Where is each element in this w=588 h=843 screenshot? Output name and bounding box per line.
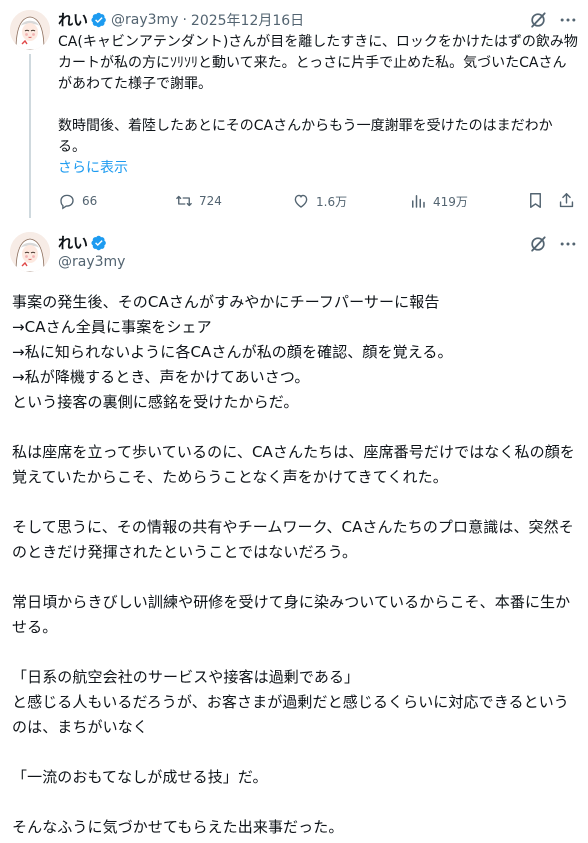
post-body: 事案の発生後、そのCAさんがすみやかにチーフパーサーに報告 →CAさん全員に事案… <box>12 293 575 836</box>
post-date[interactable]: 2025年12月16日 <box>191 10 304 30</box>
repost-button[interactable]: 724 <box>175 192 222 210</box>
display-name[interactable]: れい <box>58 9 88 30</box>
reply-count: 66 <box>82 194 98 208</box>
grok-icon[interactable] <box>528 10 548 30</box>
avatar-illustration <box>10 10 50 50</box>
more-icon[interactable] <box>558 10 578 30</box>
reply-icon <box>60 194 74 210</box>
verified-badge-icon <box>91 12 106 27</box>
repost-count: 724 <box>199 194 222 208</box>
reply-header: れい @ray3my · 2025年12月16日 <box>58 9 304 30</box>
like-icon <box>294 194 308 208</box>
reply-button[interactable]: 66 <box>58 192 97 210</box>
show-more-link[interactable]: さらに表示 <box>58 158 128 179</box>
share-icon[interactable] <box>557 191 576 210</box>
like-count: 1.6万 <box>316 194 348 209</box>
separator-dot: · <box>182 11 187 28</box>
thread-line <box>29 54 31 218</box>
reply-text: CA(キャビンアテンダント)さんが目を離したすきに、ロックをかけたはずの飲み物カ… <box>58 34 578 155</box>
more-icon[interactable] <box>558 234 578 254</box>
views-icon <box>412 195 425 208</box>
main-post-name-row: れい <box>58 232 107 253</box>
main-post-handle-row: @ray3my <box>58 254 125 270</box>
handle[interactable]: @ray3my <box>58 254 125 270</box>
grok-icon[interactable] <box>528 234 548 254</box>
like-button[interactable]: 1.6万 <box>292 192 347 210</box>
display-name[interactable]: れい <box>58 232 88 253</box>
views-button[interactable]: 419万 <box>409 192 468 210</box>
action-bar: 66 724 1.6万 419万 <box>58 190 580 212</box>
bookmark-icon[interactable] <box>526 191 545 210</box>
repost-icon <box>176 195 192 207</box>
main-avatar[interactable] <box>10 232 50 272</box>
handle[interactable]: @ray3my <box>111 12 178 28</box>
verified-badge-icon <box>91 235 106 250</box>
avatar-illustration <box>10 232 50 272</box>
views-count: 419万 <box>433 194 468 209</box>
avatar[interactable] <box>10 10 50 50</box>
